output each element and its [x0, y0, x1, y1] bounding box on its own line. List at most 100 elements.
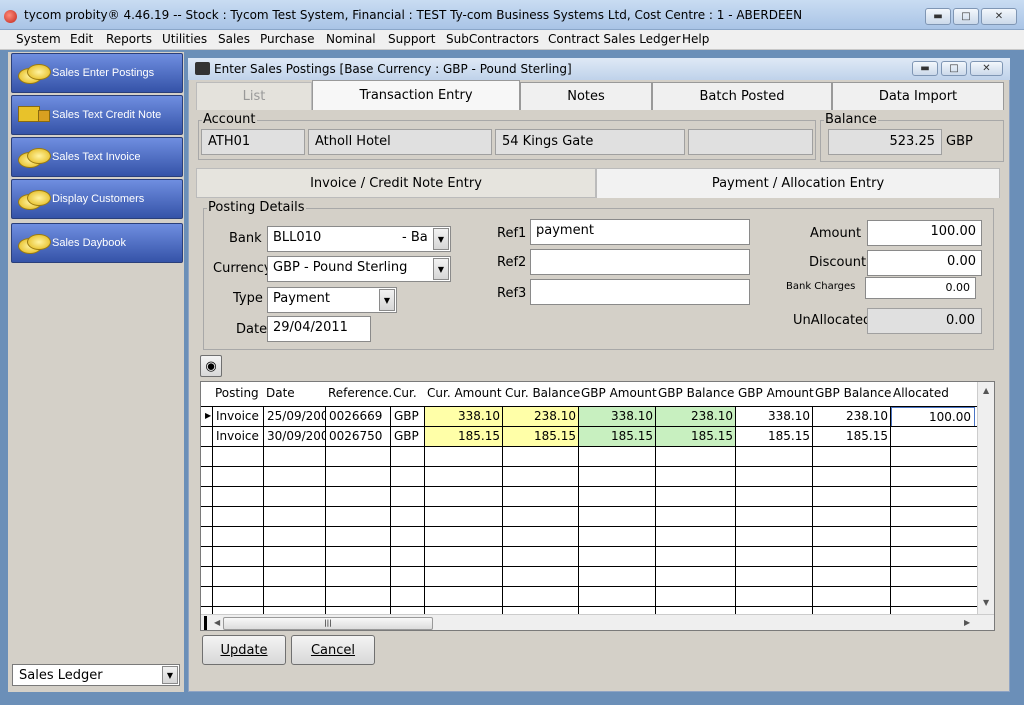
menu-support[interactable]: Support	[388, 32, 435, 46]
bank-charges-field[interactable]: 0.00	[865, 277, 976, 299]
horizontal-scrollbar[interactable]: ◀ ||| ▶	[201, 614, 994, 630]
menu-purchase[interactable]: Purchase	[260, 32, 315, 46]
minimize-button[interactable]: ▬	[925, 8, 951, 25]
close-button[interactable]: ✕	[981, 8, 1017, 25]
currency-value: GBP - Pound Sterling	[273, 260, 408, 275]
tab-transaction-entry[interactable]: Transaction Entry	[312, 80, 520, 110]
menu-nominal[interactable]: Nominal	[326, 32, 376, 46]
balance-currency: GBP	[946, 134, 973, 149]
scroll-up-icon[interactable]: ▲	[983, 386, 989, 395]
ref1-label: Ref1	[497, 226, 527, 241]
discount-label: Discount	[809, 255, 867, 270]
child-close-button[interactable]: ✕	[970, 61, 1003, 76]
unallocated-label: UnAllocated	[793, 313, 872, 328]
coins-icon	[18, 62, 51, 84]
tab-payment-allocation-entry[interactable]: Payment / Allocation Entry	[596, 168, 1000, 198]
nav-sales-daybook[interactable]: Sales Daybook	[11, 223, 183, 263]
coins-icon	[18, 146, 51, 168]
menu-sales[interactable]: Sales	[218, 32, 250, 46]
date-field[interactable]: 29/04/2011	[267, 316, 371, 342]
type-select[interactable]: Payment ▼	[267, 287, 397, 313]
currency-label: Currency	[213, 261, 272, 276]
bank-suffix: - Ba	[402, 230, 428, 245]
scroll-right-icon[interactable]: ▶	[964, 618, 970, 627]
ref3-field[interactable]	[530, 279, 750, 305]
chevron-down-icon[interactable]: ▼	[433, 258, 449, 280]
chevron-down-icon[interactable]: ▼	[162, 666, 178, 684]
nav-display-customers[interactable]: Display Customers	[11, 179, 183, 219]
account-extra	[688, 129, 813, 155]
menu-reports[interactable]: Reports	[106, 32, 152, 46]
maximize-button[interactable]: □	[953, 8, 979, 25]
tab-list[interactable]: List	[196, 82, 312, 110]
menu-contract-sales-ledger[interactable]: Contract Sales Ledger	[548, 32, 681, 46]
child-window-title: Enter Sales Postings [Base Currency : GB…	[214, 62, 572, 76]
child-maximize-button[interactable]: □	[941, 61, 967, 76]
close-icon: ✕	[994, 10, 1004, 22]
account-address: 54 Kings Gate	[495, 129, 685, 155]
binoculars-icon[interactable]: ◉	[200, 355, 222, 377]
chevron-down-icon[interactable]: ▼	[433, 228, 449, 250]
menu-help[interactable]: Help	[682, 32, 709, 46]
balance-label: Balance	[824, 112, 878, 127]
chevron-down-icon[interactable]: ▼	[379, 289, 395, 311]
vertical-scrollbar[interactable]: ▲ ▼	[977, 382, 994, 614]
minimize-icon: ▬	[933, 10, 943, 22]
nav-sales-text-invoice[interactable]: Sales Text Invoice	[11, 137, 183, 177]
currency-select[interactable]: GBP - Pound Sterling ▼	[267, 256, 451, 282]
ledger-select[interactable]: Sales Ledger ▼	[12, 664, 180, 686]
grid-lines	[201, 406, 977, 614]
ref2-field[interactable]	[530, 249, 750, 275]
nav-label: Sales Text Credit Note	[52, 109, 162, 121]
tab-notes[interactable]: Notes	[520, 82, 652, 110]
account-name: Atholl Hotel	[308, 129, 492, 155]
menu-edit[interactable]: Edit	[70, 32, 93, 46]
bank-label: Bank	[229, 231, 262, 246]
scrollbar-marker	[204, 616, 207, 630]
maximize-icon: □	[949, 62, 959, 74]
amount-label: Amount	[810, 226, 862, 241]
cancel-button[interactable]: Cancel	[291, 635, 375, 665]
app-icon	[4, 10, 17, 23]
coins-icon	[18, 188, 51, 210]
cancel-label: Cancel	[310, 642, 356, 658]
bank-charges-label: Bank Charges	[786, 281, 856, 292]
balance-value: 523.25	[828, 129, 942, 155]
menu-system[interactable]: System	[16, 32, 61, 46]
menu-utilities[interactable]: Utilities	[162, 32, 207, 46]
unallocated-value: 0.00	[867, 308, 982, 334]
tab-invoice-credit-entry[interactable]: Invoice / Credit Note Entry	[196, 168, 596, 198]
account-code: ATH01	[201, 129, 305, 155]
scroll-thumb[interactable]: |||	[223, 617, 433, 630]
type-value: Payment	[273, 291, 330, 306]
child-minimize-button[interactable]: ▬	[912, 61, 938, 76]
allocation-grid[interactable]: Posting Date Reference. Cur. Cur. Amount…	[200, 381, 995, 631]
scroll-left-icon[interactable]: ◀	[214, 618, 220, 627]
tab-batch-posted[interactable]: Batch Posted	[652, 82, 832, 110]
posting-details-label: Posting Details	[207, 200, 306, 215]
nav-label: Sales Text Invoice	[52, 151, 141, 163]
maximize-icon: □	[961, 10, 971, 22]
menu-subcontractors[interactable]: SubContractors	[446, 32, 539, 46]
update-label: Update	[220, 642, 268, 658]
tab-data-import[interactable]: Data Import	[832, 82, 1004, 110]
window-title: tycom probity® 4.46.19 -- Stock : Tycom …	[24, 8, 803, 22]
ledger-select-value: Sales Ledger	[19, 668, 103, 683]
coins-icon	[18, 232, 51, 254]
nav-label: Sales Daybook	[52, 237, 126, 249]
amount-field[interactable]: 100.00	[867, 220, 982, 246]
update-button[interactable]: Update	[202, 635, 286, 665]
truck-icon	[18, 104, 50, 126]
nav-pane: Sales Enter Postings Sales Text Credit N…	[8, 52, 184, 692]
nav-sales-text-credit-note[interactable]: Sales Text Credit Note	[11, 95, 183, 135]
nav-sales-enter-postings[interactable]: Sales Enter Postings	[11, 53, 183, 93]
discount-field[interactable]: 0.00	[867, 250, 982, 276]
bank-select[interactable]: BLL010 - Ba ▼	[267, 226, 451, 252]
menu-bar: System Edit Reports Utilities Sales Purc…	[0, 30, 1024, 50]
scroll-down-icon[interactable]: ▼	[983, 598, 989, 607]
minimize-icon: ▬	[920, 62, 930, 74]
ref1-field[interactable]: payment	[530, 219, 750, 245]
close-icon: ✕	[982, 62, 991, 74]
date-label: Date	[236, 322, 268, 337]
window-icon	[195, 62, 210, 75]
